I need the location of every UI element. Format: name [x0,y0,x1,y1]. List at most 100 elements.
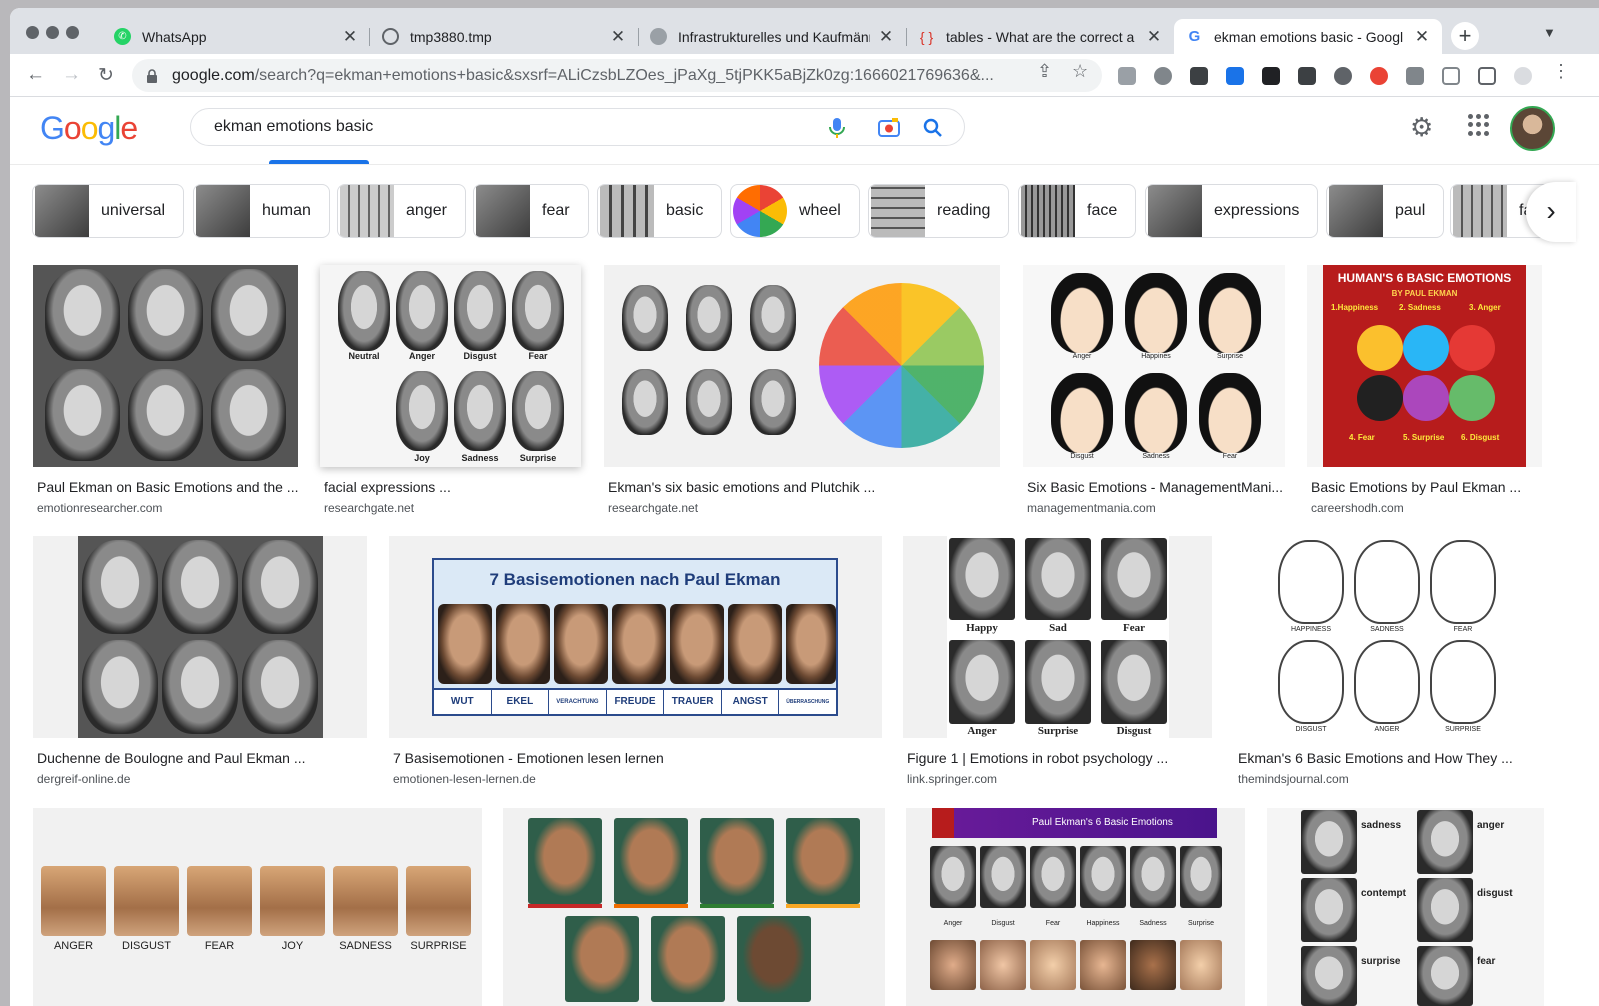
tab-tmp[interactable]: tmp3880.tmp ✕ [370,19,638,54]
result-thumbnail [604,265,1000,467]
result-source[interactable]: researchgate.net [604,501,1000,515]
tab-title: ekman emotions basic - Googl [1214,28,1404,45]
result-title[interactable]: Duchenne de Boulogne and Paul Ekman ... [33,750,367,766]
result-source[interactable]: emotionresearcher.com [33,501,298,515]
tab-title: tables - What are the correct a [946,28,1135,45]
extension-icon[interactable] [1334,67,1352,85]
chip-label: expressions [1214,202,1300,219]
result-title[interactable]: 7 Basisemotionen - Emotionen lesen lerne… [389,750,882,766]
result-title[interactable]: facial expressions ... [320,479,581,495]
image-result[interactable]: Duchenne de Boulogne and Paul Ekman ... … [33,536,367,786]
apps-grid-icon[interactable] [1468,114,1490,136]
maximize-window-button[interactable] [66,26,79,39]
search-box[interactable]: ekman emotions basic [190,108,965,146]
image-result[interactable]: Happy Sad Fear Anger Surprise Disgust Fi… [903,536,1212,786]
result-thumbnail: Anger Happines Surprise Disgust Sadness … [1023,265,1285,467]
image-result[interactable]: Anger Happines Surprise Disgust Sadness … [1023,265,1285,515]
google-logo[interactable]: Google [40,110,138,147]
chevron-down-icon[interactable]: ▼ [1543,25,1556,40]
chip-reading[interactable]: reading [868,184,1010,238]
new-tab-button[interactable]: + [1451,22,1479,50]
chip-basic[interactable]: basic [597,184,723,238]
result-source[interactable]: emotionen-lesen-lernen.de [389,772,882,786]
ublock-extension-icon[interactable] [1190,67,1208,85]
result-title[interactable]: Paul Ekman on Basic Emotions and the ... [33,479,298,495]
chip-thumbnail [476,185,530,237]
minimize-window-button[interactable] [46,26,59,39]
result-thumbnail: ANGER DISGUST FEAR JOY SADNESS SURPRISE [33,808,482,1006]
camera-lens-icon[interactable] [877,116,901,140]
extension-icon[interactable] [1370,67,1388,85]
profile-icon[interactable] [1514,67,1532,85]
chip-fear[interactable]: fear [473,184,589,238]
image-result[interactable]: Paul Ekman's 6 Basic Emotions Anger Disg… [906,808,1245,1006]
result-thumbnail [503,808,885,1006]
image-result[interactable]: 7 Basisemotionen nach Paul Ekman WUT EKE… [389,536,882,786]
google-header: Google ekman emotions basic ⚙ [10,98,1599,164]
menu-dots-icon[interactable]: ⋮ [1552,61,1570,82]
result-title[interactable]: Six Basic Emotions - ManagementMani... [1023,479,1285,495]
result-title[interactable]: Ekman's six basic emotions and Plutchik … [604,479,1000,495]
tab-tables[interactable]: { } tables - What are the correct a ✕ [906,19,1174,54]
close-tab-icon[interactable]: ✕ [610,27,626,47]
share-icon[interactable]: ⇪ [1037,61,1052,82]
reload-icon[interactable]: ↻ [98,64,114,87]
extension-icon[interactable] [1226,67,1244,85]
chip-expressions[interactable]: expressions [1145,184,1319,238]
result-title[interactable]: Ekman's 6 Basic Emotions and How They ..… [1234,750,1543,766]
result-source[interactable]: researchgate.net [320,501,581,515]
image-result[interactable]: HAPPINESS SADNESS FEAR DISGUST ANGER SUR… [1234,536,1543,786]
related-search-chips: universal human anger fear basic wheel r… [32,184,1599,240]
bookmark-star-icon[interactable]: ☆ [1072,61,1088,82]
whatsapp-icon: ✆ [114,28,131,45]
back-arrow-icon[interactable]: ← [26,64,45,86]
lock-extension-icon[interactable] [1262,67,1280,85]
chip-anger[interactable]: anger [337,184,466,238]
close-tab-icon[interactable]: ✕ [878,27,894,47]
result-thumbnail: HUMAN'S 6 BASIC EMOTIONS BY PAUL EKMAN 1… [1307,265,1542,467]
result-thumbnail: Happy Sad Fear Anger Surprise Disgust [903,536,1212,738]
tab-ekman-search[interactable]: G ekman emotions basic - Googl ✕ [1174,19,1442,54]
forward-arrow-icon[interactable]: → [62,64,81,86]
result-source[interactable]: careershodh.com [1307,501,1542,515]
result-source[interactable]: dergreif-online.de [33,772,367,786]
extension-icon[interactable] [1298,67,1316,85]
chip-face[interactable]: face [1018,184,1137,238]
search-input[interactable]: ekman emotions basic [214,118,964,136]
result-source[interactable]: managementmania.com [1023,501,1285,515]
result-source[interactable]: link.springer.com [903,772,1212,786]
chip-human[interactable]: human [193,184,330,238]
close-window-button[interactable] [26,26,39,39]
result-thumbnail [33,265,298,467]
sidebar-icon[interactable] [1478,67,1496,85]
image-result[interactable]: sadness anger contempt disgust surprise … [1267,808,1544,1006]
extension-icon[interactable] [1154,67,1172,85]
image-result[interactable]: Ekman's six basic emotions and Plutchik … [604,265,1000,515]
close-tab-icon[interactable]: ✕ [342,27,358,47]
chip-thumbnail [196,185,250,237]
close-tab-icon[interactable]: ✕ [1146,27,1162,47]
result-source[interactable]: themindsjournal.com [1234,772,1543,786]
chip-wheel[interactable]: wheel [730,184,860,238]
puzzle-icon[interactable] [1406,67,1424,85]
browser-window: ✆ WhatsApp ✕ tmp3880.tmp ✕ Infrastruktur… [10,8,1599,1006]
cast-icon[interactable] [1442,67,1460,85]
chip-universal[interactable]: universal [32,184,185,238]
image-result[interactable]: ANGER DISGUST FEAR JOY SADNESS SURPRISE [33,808,482,1006]
address-bar[interactable]: google.com/search?q=ekman+emotions+basic… [132,59,1102,92]
image-result[interactable] [503,808,885,1006]
search-icon[interactable] [923,118,943,138]
chip-paul[interactable]: paul [1326,184,1445,238]
close-tab-icon[interactable]: ✕ [1414,27,1430,47]
tab-whatsapp[interactable]: ✆ WhatsApp ✕ [102,19,370,54]
result-title[interactable]: Basic Emotions by Paul Ekman ... [1307,479,1542,495]
image-result[interactable]: Paul Ekman on Basic Emotions and the ...… [33,265,298,515]
avatar[interactable] [1510,106,1555,151]
image-result[interactable]: Neutral Anger Disgust Fear Joy Sadness S… [320,265,581,515]
camera-extension-icon[interactable] [1118,67,1136,85]
result-title[interactable]: Figure 1 | Emotions in robot psychology … [903,750,1212,766]
image-result[interactable]: HUMAN'S 6 BASIC EMOTIONS BY PAUL EKMAN 1… [1307,265,1542,515]
gear-icon[interactable]: ⚙ [1410,112,1433,143]
tab-infrastrukturelles[interactable]: Infrastrukturelles und Kaufmänn ✕ [638,19,906,54]
microphone-icon[interactable] [827,116,847,140]
